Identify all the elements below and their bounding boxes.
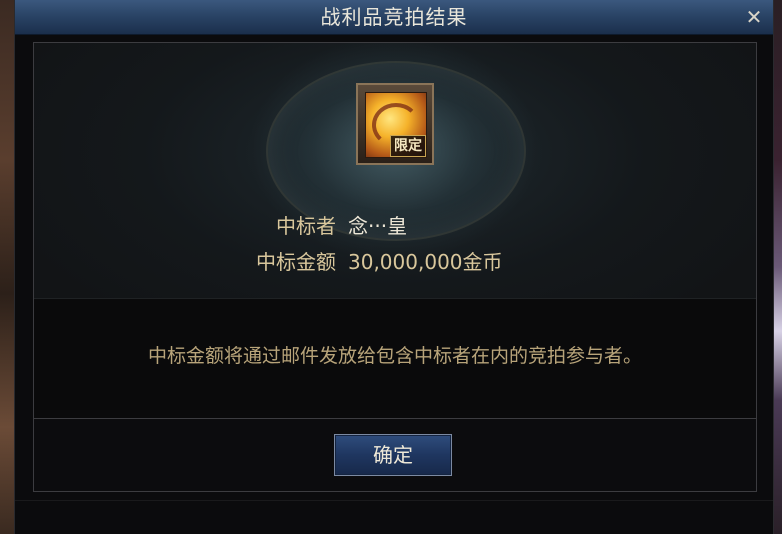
winner-row: 中标者 念···皇 — [34, 211, 756, 241]
amount-row: 中标金额 30,000,000金币 — [34, 247, 756, 277]
close-icon[interactable]: ✕ — [743, 6, 765, 28]
item-showcase: 限定 中标者 念···皇 中标金额 30,000,000金币 — [34, 43, 756, 299]
auction-result-dialog: 战利品竞拍结果 ✕ 限定 中标者 念···皇 中标金额 30,000,000金币… — [14, 0, 774, 534]
confirm-button[interactable]: 确定 — [334, 434, 452, 476]
item-icon: 限定 — [365, 92, 427, 158]
dialog-footer: 确定 — [33, 418, 757, 492]
limited-badge: 限定 — [390, 135, 426, 157]
game-screen: 战利品竞拍结果 ✕ 限定 中标者 念···皇 中标金额 30,000,000金币… — [0, 0, 782, 534]
dialog-titlebar[interactable]: 战利品竞拍结果 ✕ — [15, 0, 773, 35]
winner-name: 念···皇 — [348, 214, 408, 238]
notice-text: 中标金额将通过邮件发放给包含中标者在内的竞拍参与者。 — [147, 345, 642, 367]
amount-label: 中标金额 — [256, 250, 336, 274]
bottom-strip — [15, 500, 773, 534]
winner-label: 中标者 — [276, 214, 336, 238]
amount-value: 30,000,000金币 — [348, 250, 503, 274]
dialog-title: 战利品竞拍结果 — [320, 5, 468, 29]
result-panel: 限定 中标者 念···皇 中标金额 30,000,000金币 中标金额将通过邮件… — [33, 42, 757, 422]
item-slot[interactable]: 限定 — [356, 83, 434, 165]
